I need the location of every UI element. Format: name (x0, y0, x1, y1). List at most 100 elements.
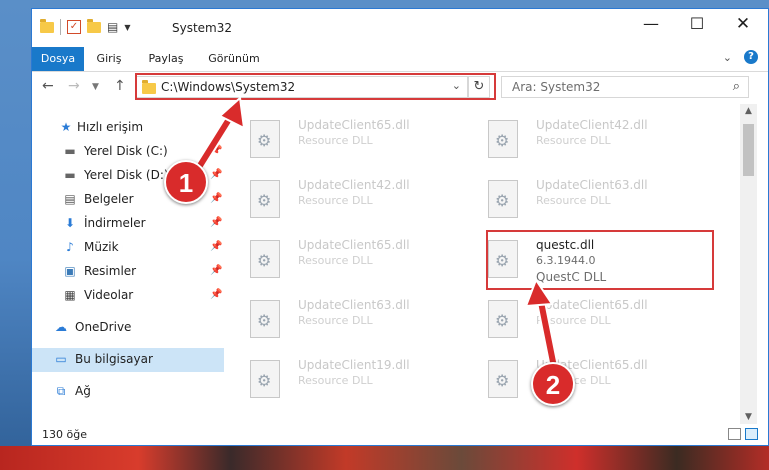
back-arrow-icon[interactable]: ← (42, 78, 54, 94)
recent-locations-icon[interactable]: ▼ (92, 82, 99, 92)
file-name: UpdateClient42.dll (298, 178, 410, 192)
sidebar-item-label: Yerel Disk (D:) (84, 168, 169, 182)
details-view-icon[interactable] (728, 428, 741, 440)
pin-icon[interactable]: 📌 (210, 145, 222, 156)
network-icon: ⧉ (56, 384, 66, 398)
sidebar-item-quick-access[interactable]: ★ Hızlı erişim (32, 116, 224, 140)
forward-arrow-icon[interactable]: → (68, 78, 80, 94)
file-description: Resource DLL (298, 134, 373, 147)
list-item[interactable]: UpdateClient19.dll Resource DLL (228, 356, 458, 404)
list-item[interactable]: UpdateClient65.dll Resource DLL (466, 296, 696, 344)
scroll-thumb[interactable] (743, 124, 754, 176)
pin-icon[interactable]: 📌 (210, 217, 222, 228)
list-item[interactable]: UpdateClient65.dll Resource DLL (228, 116, 458, 164)
search-icon[interactable]: ⌕ (733, 79, 740, 94)
chevron-down-icon[interactable]: ▼ (124, 23, 130, 32)
sidebar-item-music[interactable]: ♪ Müzik 📌 (32, 236, 224, 260)
scroll-up-icon[interactable]: ▲ (740, 106, 757, 116)
step-1-badge: 1 (164, 160, 208, 204)
list-item[interactable]: UpdateClient65.dll Resource DLL (228, 236, 458, 284)
star-icon: ★ (60, 120, 72, 134)
list-item[interactable]: UpdateClient63.dll Resource DLL (466, 176, 696, 224)
status-bar: 130 öğe (32, 424, 768, 446)
address-highlight-box (135, 73, 496, 100)
file-highlight-box (486, 230, 714, 290)
tab-view[interactable]: Görünüm (200, 47, 268, 71)
close-button[interactable]: ✕ (720, 9, 766, 39)
dll-file-icon (250, 300, 280, 338)
pin-icon[interactable]: 📌 (210, 169, 222, 180)
search-input[interactable]: Ara: System32 ⌕ (501, 76, 749, 98)
tab-file[interactable]: Dosya (32, 47, 84, 71)
dll-file-icon (250, 120, 280, 158)
dll-file-icon (488, 120, 518, 158)
help-icon[interactable]: ? (744, 50, 758, 64)
file-description: Resource DLL (298, 314, 373, 327)
new-folder-icon[interactable] (87, 18, 101, 33)
divider (60, 19, 61, 35)
sidebar-item-videos[interactable]: ▦ Videolar 📌 (32, 284, 224, 308)
sidebar-item-label: Hızlı erişim (77, 120, 144, 134)
file-name: UpdateClient65.dll (536, 298, 648, 312)
cloud-icon: ☁ (55, 320, 67, 334)
minimize-button[interactable]: — (628, 9, 674, 39)
computer-icon: ▭ (55, 352, 67, 366)
pin-icon[interactable]: 📌 (210, 241, 222, 252)
sidebar-item-label: Yerel Disk (C:) (84, 144, 168, 158)
file-description: Resource DLL (298, 254, 373, 267)
file-name: UpdateClient65.dll (298, 118, 410, 132)
large-icons-view-icon[interactable] (745, 428, 758, 440)
music-icon: ♪ (66, 240, 74, 254)
desktop-wallpaper-strip (0, 446, 769, 470)
document-icon: ▤ (64, 192, 76, 206)
tab-home[interactable]: Giriş (87, 47, 131, 71)
pin-icon[interactable]: 📌 (210, 289, 222, 300)
pin-icon[interactable]: 📌 (210, 265, 222, 276)
navigation-pane: ★ Hızlı erişim ▬ Yerel Disk (C:) 📌 ▬ Yer… (32, 104, 224, 424)
sidebar-item-label: Videolar (84, 288, 134, 302)
list-item[interactable]: UpdateClient65.dll Resource DLL (466, 356, 696, 404)
sidebar-item-pictures[interactable]: ▣ Resimler 📌 (32, 260, 224, 284)
pin-icon[interactable]: 📌 (210, 193, 222, 204)
file-description: Resource DLL (298, 374, 373, 387)
expand-ribbon-icon[interactable]: ⌄ (723, 51, 732, 64)
file-description: Resource DLL (298, 194, 373, 207)
title-bar: ✓ ▤ ▼ System32 — ☐ ✕ (32, 9, 768, 47)
properties-icon[interactable]: ✓ (67, 20, 81, 34)
tab-share[interactable]: Paylaş (140, 47, 192, 71)
sidebar-item-label: OneDrive (75, 320, 132, 334)
customize-icon[interactable]: ▤ (107, 20, 118, 34)
scroll-down-icon[interactable]: ▼ (740, 412, 757, 422)
file-name: UpdateClient63.dll (536, 178, 648, 192)
file-description: Resource DLL (536, 314, 611, 327)
file-name: UpdateClient65.dll (298, 238, 410, 252)
sidebar-item-label: İndirmeler (84, 216, 146, 230)
ribbon-tabs: Dosya Giriş Paylaş Görünüm ⌄ ? (32, 47, 768, 72)
list-item[interactable]: UpdateClient42.dll Resource DLL (228, 176, 458, 224)
download-icon: ⬇ (64, 216, 76, 230)
video-icon: ▦ (64, 288, 76, 302)
sidebar-item-drive-c[interactable]: ▬ Yerel Disk (C:) 📌 (32, 140, 224, 164)
dll-file-icon (488, 360, 518, 398)
sidebar-item-label: Bu bilgisayar (75, 352, 153, 366)
drive-icon: ▬ (64, 168, 76, 182)
list-item[interactable]: UpdateClient42.dll Resource DLL (466, 116, 696, 164)
sidebar-item-onedrive[interactable]: ☁ OneDrive (32, 316, 224, 340)
up-arrow-icon[interactable]: ↑ (114, 78, 126, 94)
sidebar-item-label: Müzik (84, 240, 119, 254)
vertical-scrollbar[interactable]: ▲ ▼ (740, 104, 757, 424)
quick-access-toolbar: ✓ ▤ ▼ (40, 18, 131, 35)
sidebar-item-network[interactable]: ⧉ Ağ (32, 380, 224, 404)
sidebar-item-downloads[interactable]: ⬇ İndirmeler 📌 (32, 212, 224, 236)
file-name: UpdateClient63.dll (298, 298, 410, 312)
file-description: Resource DLL (536, 194, 611, 207)
maximize-button[interactable]: ☐ (674, 9, 720, 39)
file-name: UpdateClient42.dll (536, 118, 648, 132)
list-item[interactable]: UpdateClient63.dll Resource DLL (228, 296, 458, 344)
drive-icon: ▬ (64, 144, 76, 158)
dll-file-icon (250, 240, 280, 278)
item-count: 130 öğe (42, 428, 87, 441)
dll-file-icon (488, 180, 518, 218)
sidebar-item-this-pc[interactable]: ▭ Bu bilgisayar (32, 348, 224, 372)
step-2-badge: 2 (531, 362, 575, 406)
